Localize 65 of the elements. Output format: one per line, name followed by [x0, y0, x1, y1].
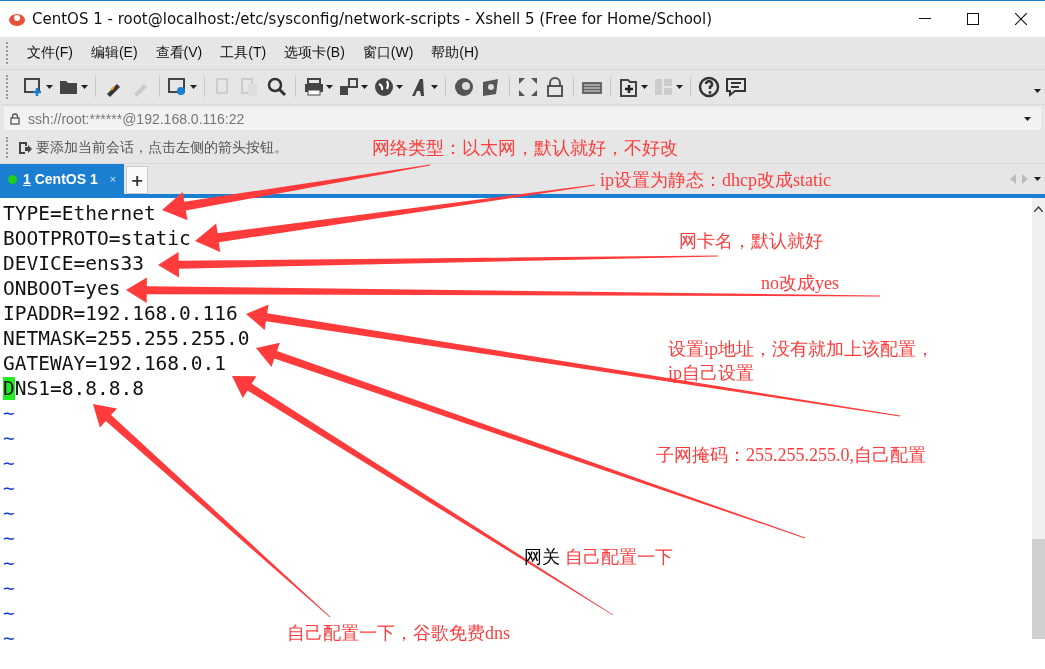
- scrollbar-thumb[interactable]: [1032, 539, 1045, 639]
- tab-close-button[interactable]: ×: [109, 173, 117, 185]
- caret-icon[interactable]: [81, 85, 88, 89]
- empty-line-marker: ~: [3, 426, 15, 451]
- terminal-line: ONBOOT=yes: [3, 276, 121, 301]
- caret-icon[interactable]: [641, 85, 648, 89]
- caret-icon[interactable]: [396, 85, 403, 89]
- caret-icon[interactable]: [46, 85, 53, 89]
- menu-item[interactable]: 查看(V): [146, 44, 212, 62]
- add-session-arrow-icon[interactable]: [18, 140, 32, 155]
- menu-item[interactable]: 文件(F): [18, 44, 82, 62]
- caret-icon[interactable]: [326, 85, 333, 89]
- scroll-up-icon[interactable]: [1034, 206, 1043, 212]
- terminal-line: DEVICE=ens33: [3, 251, 144, 276]
- session-tab[interactable]: 1 CentOS 1 ×: [0, 164, 125, 194]
- new-tab-button[interactable]: +: [126, 166, 149, 194]
- caret-icon[interactable]: [431, 85, 438, 89]
- empty-line-marker: ~: [3, 526, 15, 551]
- terminal-line: NETMASK=255.255.255.0: [3, 326, 250, 351]
- help-icon[interactable]: [698, 76, 720, 98]
- annotation-text: 网络类型：以太网，默认就好，不好改: [372, 137, 678, 160]
- caret-icon[interactable]: [190, 85, 197, 89]
- empty-line-marker: ~: [3, 626, 15, 651]
- window-title: CentOS 1 - root@localhost:/etc/sysconfig/network-scripts - Xshell 5 (Free for Home/School): [32, 10, 714, 28]
- menu-item[interactable]: 窗口(W): [353, 44, 423, 62]
- fullscreen-icon[interactable]: [517, 76, 539, 98]
- annotation-text: 网卡名，默认就好: [679, 230, 823, 253]
- caret-icon[interactable]: [676, 85, 683, 89]
- menu-item[interactable]: 选项卡(B): [275, 44, 354, 62]
- empty-line-marker: ~: [3, 551, 15, 576]
- annotation-text: 自己配置一下，谷歌免费dns: [287, 622, 510, 645]
- hint-text: 要添加当前会话，点击左侧的箭头按钮。: [36, 138, 288, 157]
- terminal-line: IPADDR=192.168.0.116: [3, 301, 238, 326]
- caret-icon[interactable]: [1024, 116, 1031, 121]
- caret-icon[interactable]: [1034, 177, 1041, 181]
- search-icon[interactable]: [266, 76, 288, 98]
- address-field[interactable]: ssh://root:******@192.168.0.116:22: [4, 107, 1041, 130]
- app-logo-icon: [8, 11, 26, 27]
- printer-icon[interactable]: [303, 76, 325, 98]
- scrollbar[interactable]: [1032, 198, 1045, 639]
- lock-icon: [10, 112, 20, 125]
- terminal-line: TYPE=Ethernet: [3, 201, 156, 226]
- chat-icon[interactable]: [725, 76, 747, 98]
- annotation-text: no改成yes: [761, 272, 839, 295]
- new-tab-icon[interactable]: [618, 76, 640, 98]
- caret-icon[interactable]: [1034, 88, 1041, 93]
- terminal-line: BOOTPROTO=static: [3, 226, 191, 251]
- lock-icon[interactable]: [544, 76, 566, 98]
- annotation-text: 网关 自己配置一下: [524, 546, 673, 569]
- empty-line-marker: ~: [3, 476, 15, 501]
- terminal-line: GATEWAY=192.168.0.1: [3, 351, 227, 376]
- menu-item[interactable]: 编辑(E): [81, 44, 147, 62]
- transfer-icon[interactable]: [338, 76, 360, 98]
- globe-icon[interactable]: [373, 76, 395, 98]
- empty-line-marker: ~: [3, 451, 15, 476]
- empty-line-marker: ~: [3, 401, 15, 426]
- empty-line-marker: ~: [3, 501, 15, 526]
- empty-line-marker: ~: [3, 576, 15, 601]
- menu-item[interactable]: 帮助(H): [422, 44, 488, 62]
- terminal-line: DNS1=8.8.8.8: [3, 376, 144, 401]
- annotation-text: 子网掩码：255.255.255.0,自己配置: [656, 444, 926, 467]
- annotation-text: ip设置为静态：dhcp改成static: [600, 169, 831, 192]
- menu-item[interactable]: 工具(T): [211, 44, 276, 62]
- caret-icon[interactable]: [361, 85, 368, 89]
- empty-line-marker: ~: [3, 601, 15, 626]
